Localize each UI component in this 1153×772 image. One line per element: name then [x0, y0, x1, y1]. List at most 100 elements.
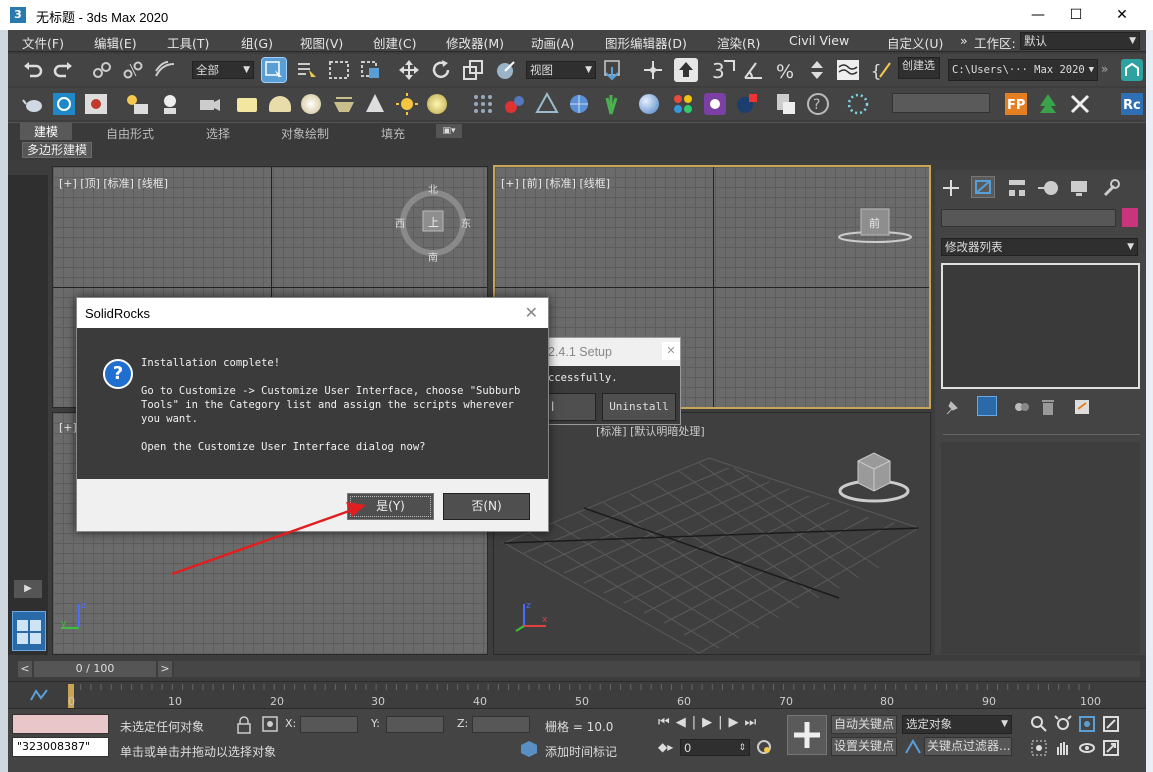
pivot-center-icon[interactable]	[602, 59, 626, 81]
undo-icon[interactable]	[22, 60, 44, 80]
key-selection-dropdown[interactable]: 选定对象 ▼	[902, 715, 1012, 734]
tree-plugin-icon[interactable]	[1036, 92, 1060, 116]
move-icon[interactable]	[398, 59, 420, 81]
tools-plugin-icon[interactable]	[1068, 92, 1092, 116]
key-filters-button[interactable]: 关键点过滤器...	[924, 737, 1012, 756]
sphere-icon[interactable]	[301, 94, 321, 114]
maximize-button[interactable]: ☐	[1053, 0, 1099, 30]
unlink-icon[interactable]	[122, 60, 144, 80]
viewcube-perspective[interactable]	[836, 443, 916, 507]
reference-coordinate-dropdown[interactable]: 视图 ▼	[526, 61, 596, 79]
make-unique-icon[interactable]	[1013, 398, 1031, 416]
create-tab-plus-icon[interactable]	[941, 178, 961, 198]
menu-edit[interactable]: 编辑(E)	[94, 33, 137, 52]
placement-icon[interactable]	[494, 59, 516, 81]
x-coord-field[interactable]	[300, 716, 358, 733]
toolbar-overflow[interactable]: »	[1101, 62, 1108, 76]
ribbon-tab-modeling[interactable]: 建模	[20, 123, 73, 141]
spinner-snap-icon[interactable]	[806, 59, 830, 81]
menu-file[interactable]: 文件(F)	[22, 33, 64, 52]
selection-lock-icon[interactable]	[236, 716, 252, 734]
batch-render-icon[interactable]	[774, 92, 798, 116]
menu-rendering[interactable]: 渲染(R)	[717, 33, 760, 52]
cone-icon[interactable]	[363, 92, 387, 116]
viewport-label[interactable]: [+]	[59, 421, 77, 434]
dotted-circle-icon[interactable]	[846, 92, 870, 116]
render-production-icon[interactable]	[735, 92, 759, 116]
environment-icon[interactable]	[52, 92, 76, 116]
maxscript-output[interactable]: "323008387"	[12, 737, 109, 757]
viewport-label[interactable]: [标准] [默认明暗处理]	[596, 423, 705, 439]
utilities-tab-icon[interactable]	[1101, 178, 1121, 198]
scale-icon[interactable]	[462, 59, 484, 81]
configure-sets-icon[interactable]	[1073, 398, 1091, 416]
zoom-icon[interactable]	[1030, 715, 1048, 733]
polygon-modeling-button[interactable]: 多边形建模	[22, 142, 93, 158]
uninstall-button[interactable]: Uninstall	[602, 393, 676, 421]
select-by-name-icon[interactable]	[296, 60, 318, 80]
set-key-button[interactable]: 设置关键点	[831, 737, 897, 756]
menu-civil-view[interactable]: Civil View	[789, 33, 849, 48]
current-frame-spinner[interactable]: 0 ⇕	[680, 739, 750, 756]
y-coord-field[interactable]	[386, 716, 444, 733]
menu-customize[interactable]: 自定义(U)	[887, 33, 943, 52]
field-of-view-icon[interactable]	[1030, 739, 1048, 757]
hemisphere-icon[interactable]	[269, 96, 291, 112]
remove-modifier-icon[interactable]	[1039, 398, 1057, 416]
material-editor-icon[interactable]	[639, 94, 659, 114]
yes-button[interactable]: 是(Y)	[347, 493, 434, 520]
modifier-list-dropdown[interactable]: 修改器列表 ▼	[941, 238, 1138, 256]
pan-hand-icon[interactable]	[1054, 739, 1072, 757]
window-crossing-icon[interactable]	[360, 60, 382, 80]
zoom-extents-all-icon[interactable]	[1102, 715, 1120, 733]
create-selection-set-field[interactable]: 创建选	[898, 57, 940, 79]
keyboard-shortcut-override-icon[interactable]	[674, 58, 698, 82]
object-color-swatch[interactable]	[1122, 208, 1138, 227]
menu-tools[interactable]: 工具(T)	[167, 33, 209, 52]
hierarchy-tab-icon[interactable]	[1007, 178, 1027, 198]
help-icon[interactable]: ?	[806, 92, 830, 116]
rect-selection-region-icon[interactable]	[328, 60, 350, 80]
teapot-icon[interactable]	[22, 93, 46, 115]
percent-snap-icon[interactable]: %	[774, 59, 798, 81]
sun-light-icon[interactable]	[395, 92, 419, 116]
foliage-icon[interactable]	[599, 92, 623, 116]
z-coord-field[interactable]	[472, 716, 530, 733]
bind-spacewarp-icon[interactable]	[154, 60, 176, 80]
select-manipulate-icon[interactable]	[642, 59, 664, 81]
viewcube-front[interactable]: 前	[835, 203, 915, 247]
maximize-viewport-icon[interactable]	[1102, 739, 1120, 757]
selection-filter-dropdown[interactable]: 全部 ▼	[192, 61, 254, 79]
render-setup-icon[interactable]	[124, 92, 150, 116]
plane-icon[interactable]	[237, 98, 257, 112]
edit-named-selection-icon[interactable]	[836, 59, 860, 81]
key-mode-toggle[interactable]: ◆▸	[658, 740, 673, 754]
asset-tracking-icon[interactable]	[1120, 58, 1144, 82]
angle-snap-icon[interactable]	[742, 59, 766, 81]
viewport-layout-tab[interactable]	[12, 611, 46, 651]
viewcube-compass[interactable]: 上 北 南 东 西	[393, 183, 473, 263]
pyramid-icon[interactable]	[535, 92, 559, 116]
viewport-label[interactable]: [+] [顶] [标准] [线框]	[59, 175, 168, 191]
ribbon-options-icon[interactable]: ▣▾	[436, 124, 462, 138]
display-tab-icon[interactable]	[1069, 178, 1089, 198]
slate-material-icon[interactable]	[671, 92, 695, 116]
time-tag-icon[interactable]	[520, 740, 538, 758]
menu-modifiers[interactable]: 修改器(M)	[446, 33, 504, 52]
viewport-perspective[interactable]: [标准] [默认明暗处理] zx	[493, 412, 931, 655]
time-config-icon[interactable]	[756, 739, 772, 755]
workspace-dropdown[interactable]: 默认 ▼	[1020, 32, 1140, 50]
no-button[interactable]: 否(N)	[443, 493, 530, 520]
rotate-icon[interactable]	[430, 59, 452, 81]
rc-plugin-icon[interactable]: Rc	[1120, 92, 1144, 116]
render-frame-icon[interactable]	[84, 92, 108, 116]
zoom-all-icon[interactable]	[1054, 715, 1072, 733]
fp-plugin-icon[interactable]: FP	[1004, 92, 1028, 116]
time-slider-track[interactable]	[174, 661, 1140, 677]
viewport-label[interactable]: [+] [前] [标准] [线框]	[501, 175, 610, 191]
auto-key-button[interactable]: 自动关键点	[831, 715, 897, 734]
modifier-stack[interactable]	[941, 263, 1140, 389]
menu-graph-editors[interactable]: 图形编辑器(D)	[605, 33, 687, 52]
set-key-big-button[interactable]	[787, 715, 827, 755]
object-name-field[interactable]	[941, 209, 1116, 227]
